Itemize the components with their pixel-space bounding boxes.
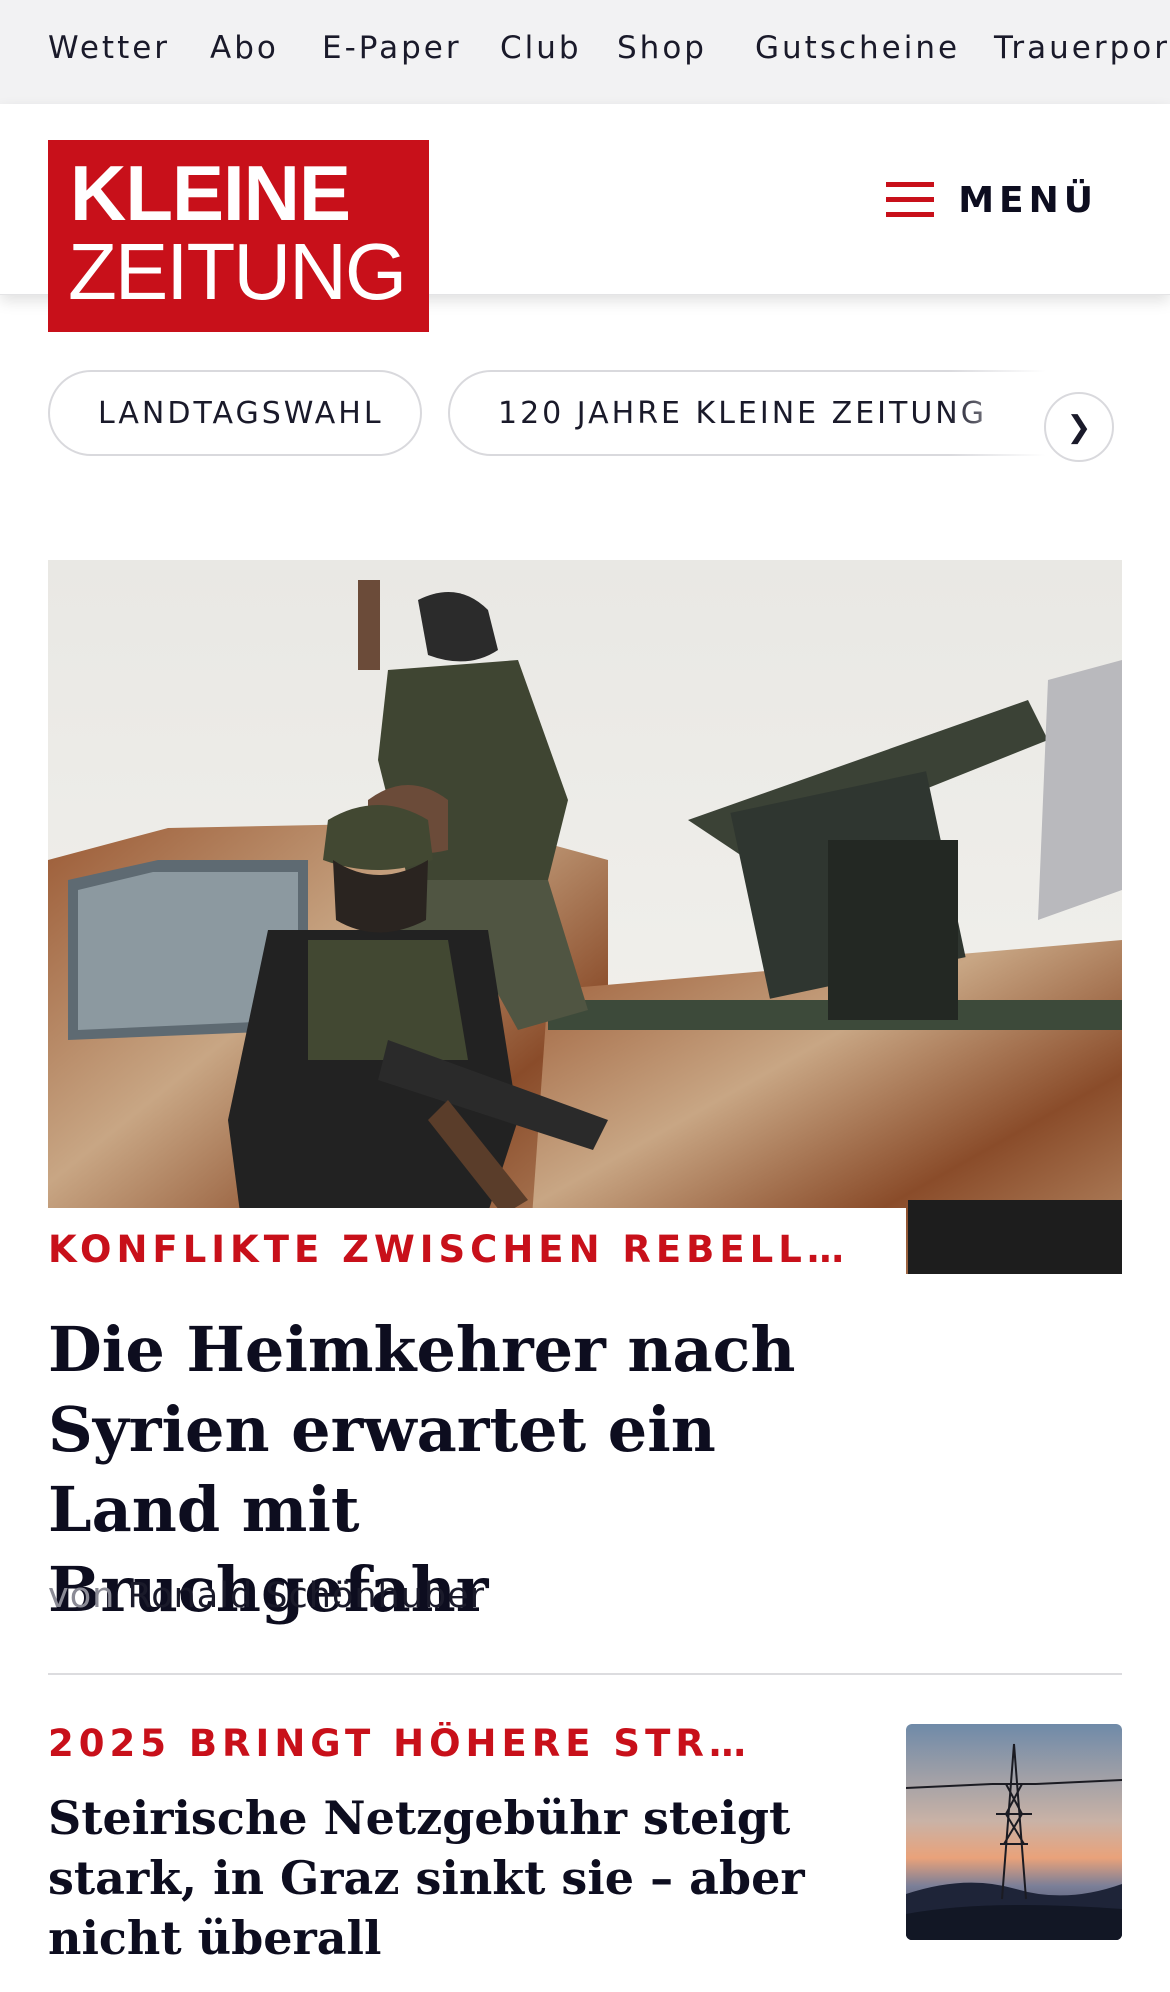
menu-label: MENÜ: [958, 179, 1098, 221]
topic-chips: LANDTAGSWAHL 120 JAHRE KLEINE ZEITUNG ❯: [48, 370, 1122, 466]
site-header: KLEINE ZEITUNG MENÜ: [0, 104, 1170, 332]
menu-button[interactable]: MENÜ: [886, 170, 1098, 230]
nav-link-gutscheine[interactable]: Gutscheine: [755, 30, 960, 66]
nav-link-wetter[interactable]: Wetter: [48, 30, 170, 66]
chip-landtagswahl[interactable]: LANDTAGSWAHL: [48, 370, 422, 456]
hero-image[interactable]: [48, 560, 1122, 1274]
chevron-right-icon[interactable]: ❯: [1044, 392, 1114, 462]
top-navigation: Wetter Abo E-Paper Club Shop Gutscheine …: [0, 0, 1170, 104]
nav-link-club[interactable]: Club: [500, 30, 582, 66]
logo-line-2: ZEITUNG: [68, 227, 407, 316]
kleine-zeitung-logo[interactable]: KLEINE ZEITUNG: [48, 140, 429, 332]
article-divider: [48, 1673, 1122, 1675]
nav-link-trauerportal[interactable]: Trauerportal: [994, 30, 1170, 66]
logo-line-1: KLEINE: [70, 149, 351, 237]
byline-author[interactable]: Ronald Schönhuber: [127, 1576, 485, 1616]
article-headline[interactable]: Steirische Netzgebühr steigt stark, in G…: [48, 1788, 808, 1968]
nav-link-epaper[interactable]: E-Paper: [322, 30, 462, 66]
hamburger-icon: [886, 182, 935, 218]
article-thumbnail[interactable]: [906, 1724, 1122, 1940]
nav-link-shop[interactable]: Shop: [617, 30, 707, 66]
nav-link-abo[interactable]: Abo: [210, 30, 279, 66]
hero-byline: von Ronald Schönhuber: [48, 1576, 485, 1616]
byline-prefix: von: [48, 1576, 116, 1616]
power-pylon-thumbnail: [906, 1724, 1122, 1940]
hero-kicker[interactable]: KONFLIKTE ZWISCHEN REBELLENGRUPPEN: [48, 1228, 868, 1271]
article-kicker[interactable]: 2025 BRINGT HÖHERE STROMKOSTEN: [48, 1722, 768, 1765]
hero-image-illustration: [48, 560, 1122, 1274]
